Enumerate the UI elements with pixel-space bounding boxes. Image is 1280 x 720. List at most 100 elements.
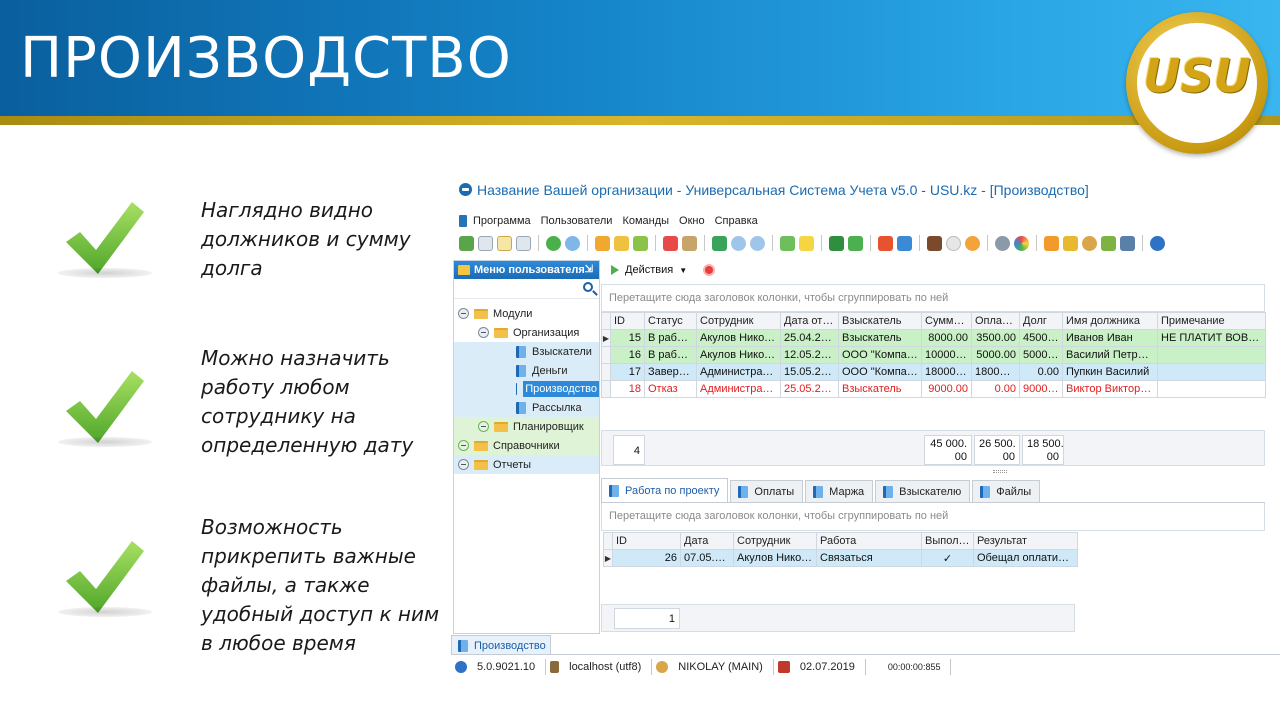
table-row[interactable]: 16 В работе Акулов Николай 12.05.2019 ОО… [601, 346, 1266, 364]
column-header[interactable]: ID [612, 532, 681, 550]
cell-employee[interactable]: Администратор... [696, 363, 781, 381]
cell-id[interactable]: 15 [610, 329, 645, 347]
cell-collector[interactable]: Взыскатель [838, 380, 922, 398]
actions-dropdown[interactable]: Действия [625, 264, 673, 276]
gear-icon[interactable] [995, 235, 1010, 251]
excel-export-icon[interactable] [848, 235, 863, 251]
column-header[interactable]: Сотрудник [733, 532, 817, 550]
cell-id[interactable]: 16 [610, 346, 645, 364]
tab-margin[interactable]: Маржа [805, 480, 874, 502]
tree-item-organization[interactable]: Организация [478, 323, 599, 342]
cell-debt[interactable]: 9000.00 [1019, 380, 1063, 398]
cell-status[interactable]: В работе [644, 329, 697, 347]
expand-icon[interactable] [458, 459, 469, 470]
tab-project-work[interactable]: Работа по проекту [601, 478, 729, 502]
menu-item-program[interactable]: Программа [473, 215, 531, 227]
tree-item-references[interactable]: Справочники [454, 436, 599, 455]
cell-sum[interactable]: 9000.00 [921, 380, 972, 398]
column-header[interactable]: ID [610, 312, 645, 330]
plugin-icon[interactable] [1120, 235, 1135, 251]
add-icon[interactable] [459, 235, 474, 251]
info-icon[interactable] [1150, 235, 1165, 251]
group-by-hint[interactable]: Перетащите сюда заголовок колонки, чтобы… [601, 503, 1265, 531]
column-header[interactable]: Оплаче... [971, 312, 1020, 330]
tree-item-production[interactable]: Производство [454, 379, 599, 398]
cell-debtor[interactable]: Иванов Иван [1062, 329, 1158, 347]
column-header[interactable]: Сотрудник [696, 312, 781, 330]
play-icon[interactable] [611, 265, 619, 275]
cell-date[interactable]: 25.05.2019 [780, 380, 839, 398]
cell-date[interactable]: 07.05.20... [680, 549, 734, 567]
delete-icon[interactable] [516, 235, 531, 251]
cell-status[interactable]: Завершено [644, 363, 697, 381]
cell-sum[interactable]: 8000.00 [921, 329, 972, 347]
user-icon[interactable] [1082, 235, 1097, 251]
stop-icon[interactable] [703, 264, 716, 276]
column-header[interactable]: Долг [1019, 312, 1063, 330]
refresh-icon[interactable] [546, 235, 561, 251]
tab-payments[interactable]: Оплаты [730, 480, 804, 502]
note-icon[interactable] [799, 235, 814, 251]
tree-item-modules[interactable]: Модули [458, 304, 599, 323]
done-checkbox[interactable]: ✓ [921, 549, 974, 567]
cell-debtor[interactable]: Василий Петрович [1062, 346, 1158, 364]
tree-item-money[interactable]: Деньги [454, 361, 599, 380]
table-row[interactable]: 18 Отказ Администратор... 25.05.2019 Взы… [601, 380, 1266, 398]
column-header[interactable]: Выполн... [921, 532, 974, 550]
search-icon[interactable] [565, 235, 580, 251]
cell-collector[interactable]: ООО "Компания" [838, 346, 922, 364]
cell-status[interactable]: Отказ [644, 380, 697, 398]
cell-employee[interactable]: Акулов Николай [696, 329, 781, 347]
palette-icon[interactable] [1014, 235, 1029, 251]
cell-note[interactable] [1157, 380, 1266, 398]
collapse-icon[interactable] [478, 327, 489, 338]
cell-work[interactable]: Связаться [816, 549, 922, 567]
menu-item-users[interactable]: Пользователи [541, 215, 613, 227]
column-header[interactable]: Результат [973, 532, 1078, 550]
cell-paid[interactable]: 5000.00 [971, 346, 1020, 364]
search-icon[interactable] [583, 282, 593, 292]
cell-employee[interactable]: Акулов Николай [696, 346, 781, 364]
filter-settings-icon[interactable] [633, 235, 648, 251]
cell-employee[interactable]: Администратор... [696, 380, 781, 398]
cell-paid[interactable]: 0.00 [971, 380, 1020, 398]
cell-date[interactable]: 15.05.2019 [780, 363, 839, 381]
cell-collector[interactable]: Взыскатель [838, 329, 922, 347]
window-tab-production[interactable]: Производство [451, 635, 551, 655]
lock-icon[interactable] [1063, 235, 1078, 251]
collapse-icon[interactable] [458, 308, 469, 319]
export-icon[interactable] [712, 235, 727, 251]
expand-icon[interactable] [731, 235, 746, 251]
edit-icon[interactable] [497, 235, 512, 251]
cell-debtor[interactable]: Пупкин Василий [1062, 363, 1158, 381]
collapse-icon[interactable] [750, 235, 765, 251]
excel-icon[interactable] [829, 235, 844, 251]
group-by-hint[interactable]: Перетащите сюда заголовок колонки, чтобы… [601, 284, 1265, 312]
copy-icon[interactable] [478, 235, 493, 251]
filter-clear-icon[interactable] [614, 235, 629, 251]
expand-icon[interactable] [458, 440, 469, 451]
cell-debt[interactable]: 0.00 [1019, 363, 1063, 381]
table-row[interactable]: ▶ 26 07.05.20... Акулов Николай Связатьс… [603, 549, 1078, 567]
users-icon[interactable] [1101, 235, 1116, 251]
menu-item-window[interactable]: Окно [679, 215, 705, 227]
column-header[interactable]: Сумма ... [921, 312, 972, 330]
cell-date[interactable]: 12.05.2019 [780, 346, 839, 364]
cell-id[interactable]: 26 [612, 549, 681, 567]
column-header[interactable]: Дата [680, 532, 734, 550]
window-icon[interactable] [878, 235, 893, 251]
menu-item-commands[interactable]: Команды [622, 215, 669, 227]
tab-to-collector[interactable]: Взыскателю [875, 480, 971, 502]
report-icon[interactable] [927, 235, 942, 251]
cell-note[interactable]: НЕ ПЛАТИТ ВОВРЕМЯ [1157, 329, 1266, 347]
cell-debt[interactable]: 4500.00 [1019, 329, 1063, 347]
cell-employee[interactable]: Акулов Николай [733, 549, 817, 567]
cell-paid[interactable]: 18000.00 [971, 363, 1020, 381]
tree-item-mailing[interactable]: Рассылка [454, 398, 599, 417]
cell-note[interactable] [1157, 346, 1266, 364]
window-new-icon[interactable] [897, 235, 912, 251]
cell-status[interactable]: В работе [644, 346, 697, 364]
cell-id[interactable]: 18 [610, 380, 645, 398]
cell-debt[interactable]: 5000.00 [1019, 346, 1063, 364]
table-row[interactable]: ▶ 15 В работе Акулов Николай 25.04.2019 … [601, 329, 1266, 347]
